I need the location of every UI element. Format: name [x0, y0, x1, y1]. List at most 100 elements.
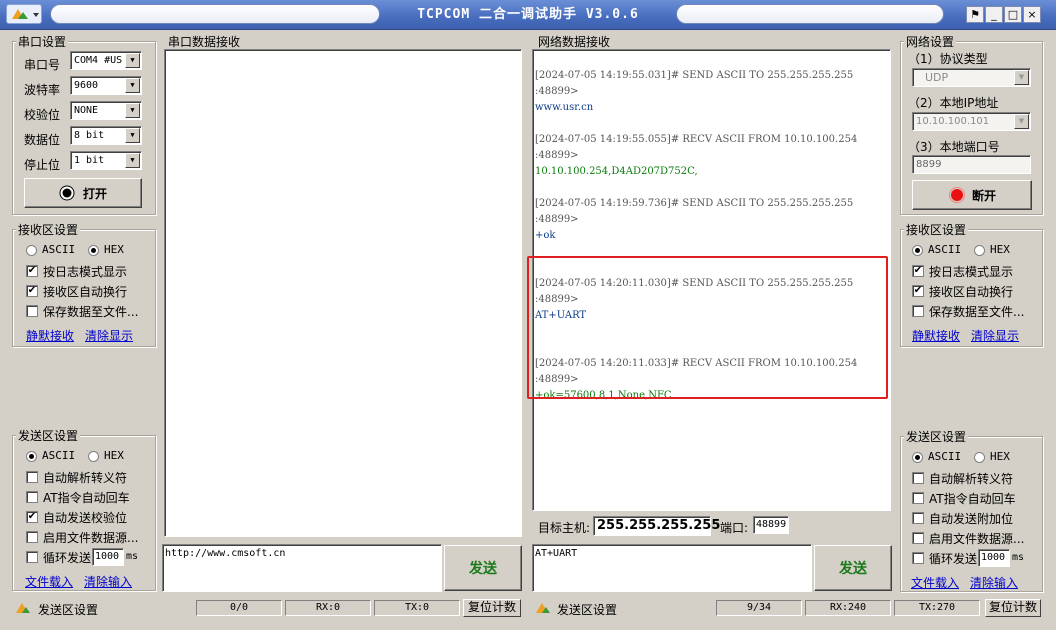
serial-send-button[interactable]: 发送 [444, 545, 522, 591]
protocol-select[interactable]: UDP ▼ [912, 68, 1031, 87]
send-area-icon [16, 603, 30, 613]
log-entry-header: [2024-07-05 14:19:55.031]# SEND ASCII TO… [535, 70, 854, 81]
right-at-crlf-checkbox[interactable] [912, 492, 924, 504]
left-recv-settings-title: 接收区设置 [16, 221, 81, 238]
baud-value: 9600 [74, 80, 99, 91]
open-port-button[interactable]: 打开 [24, 178, 142, 208]
left-file-source-label: 启用文件数据源... [43, 531, 139, 545]
baud-select[interactable]: 9600 ▼ [70, 76, 142, 95]
net-tx: TX:270 [894, 600, 980, 616]
chevron-down-icon: ▼ [125, 103, 140, 118]
right-recv-settings-title: 接收区设置 [904, 221, 969, 238]
port-value: COM4 #US [74, 55, 123, 66]
record-icon [948, 187, 965, 203]
stopbits-value: 1 bit [74, 155, 105, 166]
parity-select[interactable]: NONE ▼ [70, 101, 142, 120]
right-clear-display-link[interactable]: 清除显示 [971, 327, 1019, 344]
databits-select[interactable]: 8 bit ▼ [70, 126, 142, 145]
chevron-down-icon: ▼ [125, 78, 140, 93]
net-status-label: 发送区设置 [557, 603, 618, 617]
left-file-load-link[interactable]: 文件载入 [25, 573, 73, 590]
left-auto-checksum-checkbox[interactable]: ✔ [26, 511, 38, 523]
right-auto-wrap-checkbox[interactable]: ✔ [912, 285, 924, 297]
right-loop-send-checkbox[interactable] [912, 552, 924, 564]
serial-reset-button[interactable]: 复位计数 [463, 599, 521, 617]
serial-recv-area[interactable] [164, 49, 522, 537]
left-loop-send-label: 循环发送 [43, 551, 92, 565]
right-loop-unit: ms [1012, 552, 1025, 563]
right-send-hex-label: HEX [990, 450, 1010, 463]
serial-send-input[interactable]: http://www.cmsoft.cn [162, 544, 442, 592]
net-send-input[interactable]: AT+UART [532, 544, 812, 592]
right-log-mode-checkbox[interactable]: ✔ [912, 265, 924, 277]
left-clear-display-link[interactable]: 清除显示 [85, 327, 133, 344]
left-recv-hex-radio[interactable] [88, 245, 99, 256]
right-send-ascii-label: ASCII [928, 450, 962, 463]
right-send-hex-radio[interactable] [974, 452, 985, 463]
left-send-hex-label: HEX [104, 449, 124, 462]
minimize-button[interactable]: _ [985, 6, 1003, 23]
right-auto-append-label: 自动发送附加位 [929, 512, 1014, 526]
local-port-label: （3）本地端口号 [908, 140, 1000, 154]
left-loop-send-checkbox[interactable] [26, 551, 38, 563]
right-silent-recv-link[interactable]: 静默接收 [912, 327, 960, 344]
right-send-ascii-radio[interactable] [912, 452, 923, 463]
right-file-source-label: 启用文件数据源... [929, 532, 1025, 546]
chevron-down-icon: ▼ [125, 128, 140, 143]
chevron-down-icon: ▼ [1014, 70, 1029, 85]
log-entry-port: :48899> [535, 214, 579, 225]
left-clear-input-link[interactable]: 清除输入 [84, 573, 132, 590]
local-ip-select[interactable]: 10.10.100.101 ▼ [912, 112, 1031, 131]
left-save-file-checkbox[interactable] [26, 305, 38, 317]
right-auto-append-checkbox[interactable] [912, 512, 924, 524]
stopbits-select[interactable]: 1 bit ▼ [70, 151, 142, 170]
right-file-source-checkbox[interactable] [912, 532, 924, 544]
serial-count: 0/0 [196, 600, 282, 616]
chevron-down-icon: ▼ [125, 153, 140, 168]
left-recv-ascii-label: ASCII [42, 243, 76, 256]
left-log-mode-checkbox[interactable]: ✔ [26, 265, 38, 277]
left-auto-escape-checkbox[interactable] [26, 471, 38, 483]
net-send-button[interactable]: 发送 [814, 545, 892, 591]
right-save-file-checkbox[interactable] [912, 305, 924, 317]
left-auto-wrap-label: 接收区自动换行 [43, 285, 128, 299]
log-entry: [2024-07-05 14:19:55.055]# RECV ASCII FR… [535, 132, 885, 180]
right-save-file-label: 保存数据至文件... [929, 305, 1025, 319]
disconnect-button[interactable]: 断开 [912, 180, 1032, 210]
log-entry-header: [2024-07-05 14:19:55.055]# RECV ASCII FR… [535, 134, 858, 145]
right-file-load-link[interactable]: 文件载入 [911, 574, 959, 591]
target-host-input[interactable]: 255.255.255.255 [593, 516, 720, 536]
right-recv-ascii-radio[interactable] [912, 245, 923, 256]
net-reset-button[interactable]: 复位计数 [985, 599, 1041, 617]
right-recv-hex-radio[interactable] [974, 245, 985, 256]
maximize-button[interactable]: □ [1004, 6, 1022, 23]
left-loop-interval-input[interactable]: 1000 [92, 548, 124, 566]
left-send-hex-radio[interactable] [88, 451, 99, 462]
right-loop-interval-input[interactable]: 1000 [978, 549, 1010, 567]
left-send-ascii-radio[interactable] [26, 451, 37, 462]
left-silent-recv-link[interactable]: 静默接收 [26, 327, 74, 344]
left-auto-wrap-checkbox[interactable]: ✔ [26, 285, 38, 297]
left-file-source-checkbox[interactable] [26, 531, 38, 543]
pin-button[interactable]: ⚑ [966, 6, 984, 23]
net-settings-title: 网络设置 [904, 33, 957, 50]
right-auto-escape-checkbox[interactable] [912, 472, 924, 484]
log-entry-message: www.usr.cn [535, 102, 594, 113]
close-button[interactable]: × [1023, 6, 1041, 23]
local-port-input[interactable]: 8899 [912, 155, 1031, 174]
port-select[interactable]: COM4 #US ▼ [70, 51, 142, 70]
right-clear-input-link[interactable]: 清除输入 [970, 574, 1018, 591]
highlight-box [527, 256, 888, 399]
left-at-crlf-checkbox[interactable] [26, 491, 38, 503]
serial-status-label: 发送区设置 [38, 603, 99, 617]
right-auto-escape-label: 自动解析转义符 [929, 472, 1014, 486]
protocol-value: UDP [925, 71, 949, 84]
log-entry: [2024-07-05 14:19:59.736]# SEND ASCII TO… [535, 196, 885, 244]
left-recv-ascii-radio[interactable] [26, 245, 37, 256]
right-send-settings-title: 发送区设置 [904, 428, 969, 445]
left-send-settings-title: 发送区设置 [16, 427, 81, 444]
minimize-icon: _ [991, 8, 997, 21]
net-send-label: 发送 [839, 561, 867, 577]
target-port-input[interactable]: 48899 [753, 516, 789, 534]
target-port-label: 端口: [720, 521, 749, 535]
